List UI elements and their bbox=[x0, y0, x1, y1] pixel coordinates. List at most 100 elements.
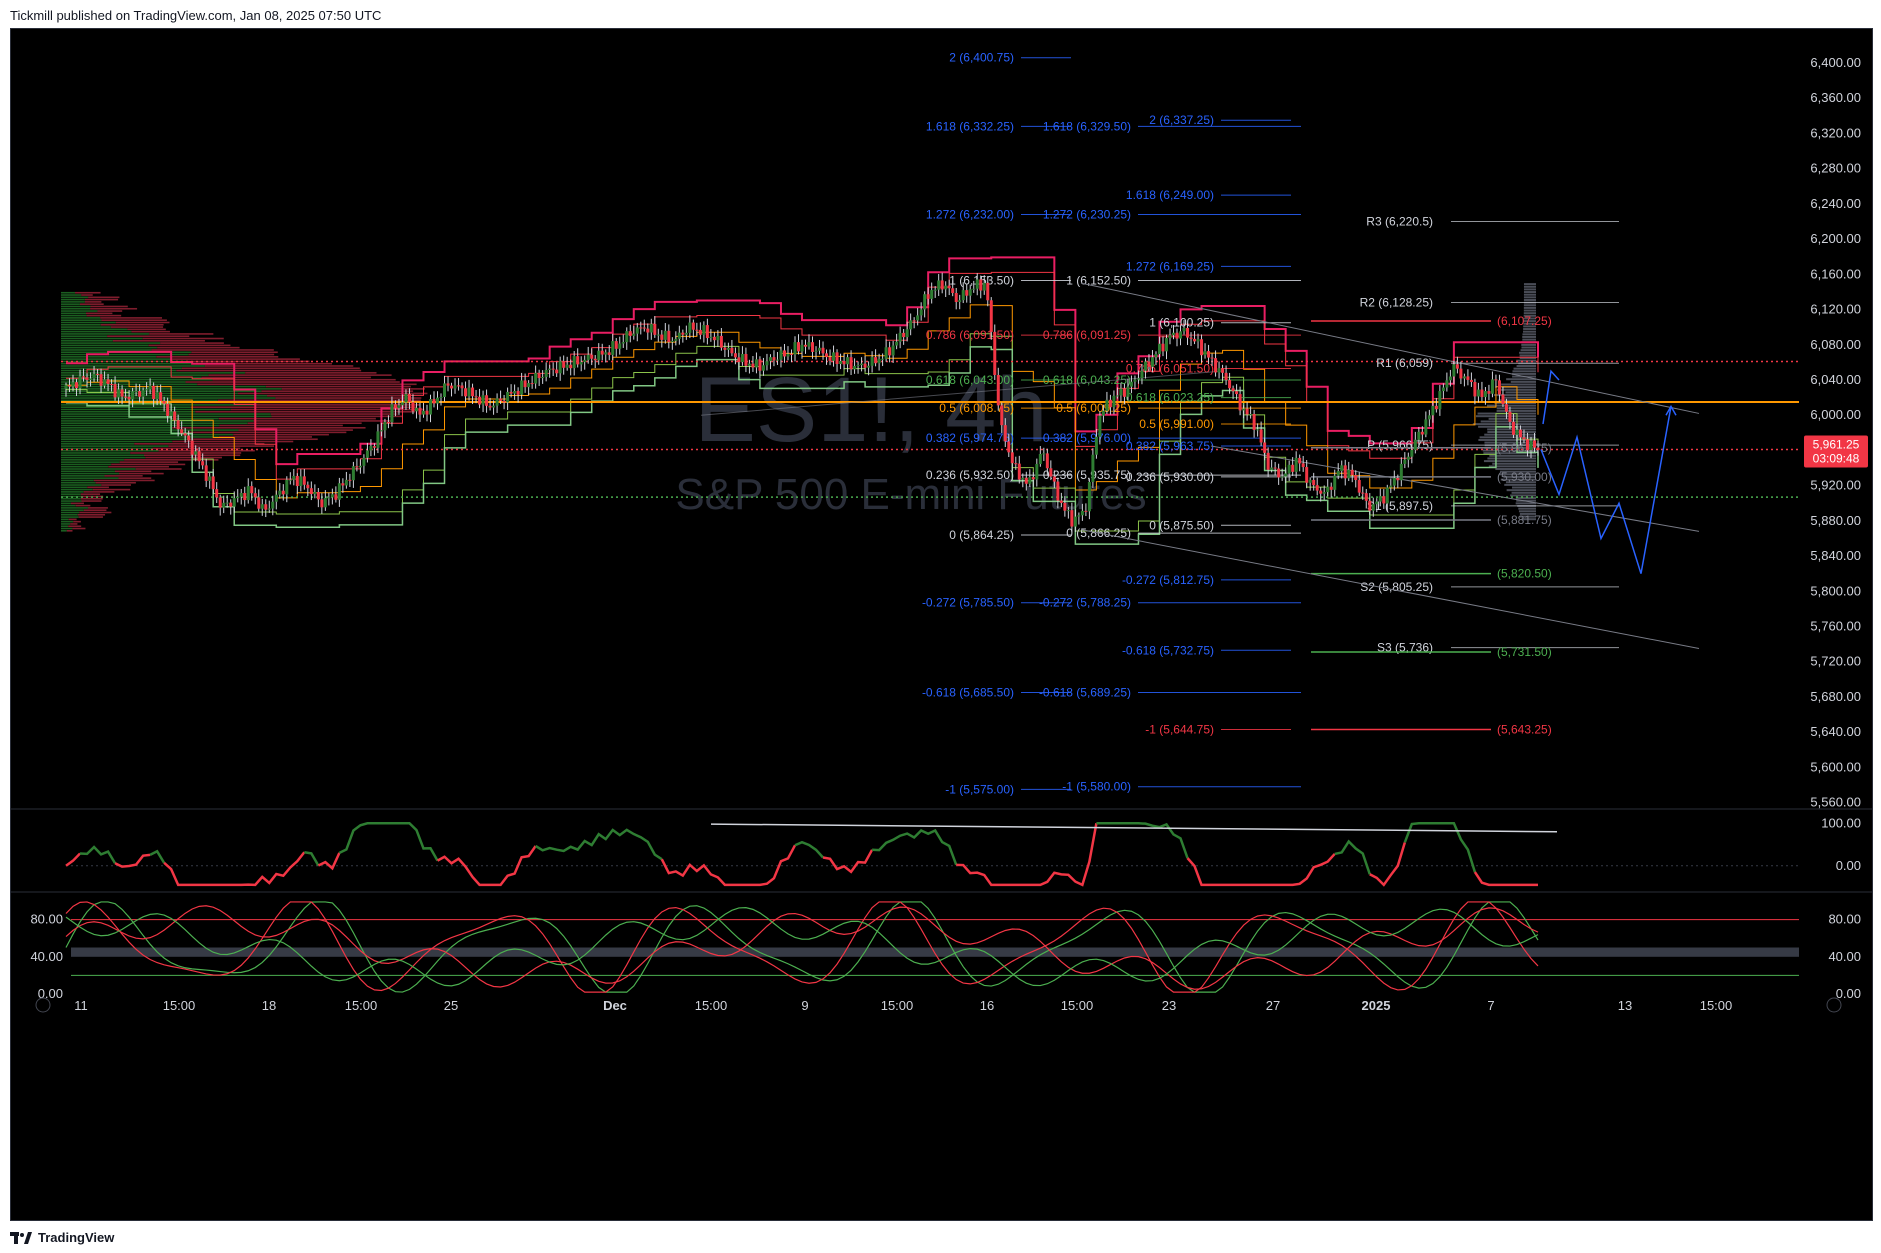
volume-bar-buy bbox=[61, 418, 219, 420]
volume-bar-sell bbox=[266, 386, 411, 388]
candle-body bbox=[1140, 371, 1143, 379]
stoch-tick-right: 80.00 bbox=[1828, 912, 1861, 927]
volume-bar-right bbox=[1524, 296, 1536, 298]
candle-body bbox=[1102, 411, 1105, 416]
candle-body bbox=[359, 466, 362, 468]
tradingview-logo[interactable]: TradingView bbox=[10, 1230, 114, 1245]
price-tick: 6,160.00 bbox=[1810, 266, 1861, 281]
volume-bar-sell bbox=[88, 507, 108, 509]
chart-frame[interactable]: ES1!, 4h S&P 500 E-mini Futures 2 (6,400.… bbox=[10, 28, 1873, 1221]
candle-body bbox=[135, 391, 138, 392]
candle-body bbox=[503, 401, 506, 403]
volume-bar-buy bbox=[61, 516, 79, 518]
volume-bar-right bbox=[1521, 344, 1536, 346]
stoch-tick-right: 0.00 bbox=[1836, 986, 1861, 1001]
candle-body bbox=[772, 357, 775, 360]
candle-body bbox=[1505, 404, 1508, 412]
candle-body bbox=[1028, 477, 1031, 484]
volume-bar-right bbox=[1511, 381, 1536, 383]
candle-body bbox=[173, 411, 176, 420]
candle-body bbox=[1161, 344, 1164, 352]
candle-body bbox=[1032, 477, 1035, 479]
volume-bar-buy bbox=[61, 452, 130, 454]
candle-body bbox=[159, 392, 162, 401]
fib-level-label: 0 (5,864.25) bbox=[949, 528, 1014, 542]
candle-body bbox=[1501, 395, 1504, 405]
candle-body bbox=[1351, 470, 1354, 475]
candle-body bbox=[482, 395, 485, 404]
candle-body bbox=[366, 450, 369, 457]
candle-body bbox=[1123, 388, 1126, 396]
candle-body bbox=[447, 383, 450, 385]
candle-body bbox=[695, 330, 698, 331]
volume-bar-buy bbox=[61, 530, 67, 532]
volume-bar-sell bbox=[111, 464, 185, 466]
osc1-line bbox=[339, 823, 437, 860]
candle-body bbox=[327, 497, 330, 498]
volume-bar-sell bbox=[160, 342, 224, 344]
volume-bar-sell bbox=[107, 335, 189, 337]
trend-line-mid bbox=[1211, 446, 1699, 531]
candle-body bbox=[923, 294, 926, 309]
candle-body bbox=[1039, 454, 1042, 464]
time-tick: 11 bbox=[74, 998, 88, 1013]
volume-bar-right bbox=[1524, 310, 1536, 312]
candle-body bbox=[418, 408, 421, 415]
volume-bar-sell bbox=[119, 473, 164, 475]
candle-body bbox=[601, 351, 604, 355]
pivot-label: R1 (6,059) bbox=[1376, 356, 1433, 370]
candle-body bbox=[341, 483, 344, 485]
fib-level-label: 0.382 (5,976.00) bbox=[1043, 431, 1131, 445]
candle-body bbox=[1424, 419, 1427, 434]
candle-body bbox=[562, 361, 565, 368]
chart-canvas[interactable]: ES1!, 4hS&P 500 E-mini Futures 2 (6,400.… bbox=[11, 29, 1872, 1220]
candle-body bbox=[1232, 388, 1235, 391]
candle-body bbox=[576, 356, 579, 364]
volume-bar-buy bbox=[61, 521, 73, 523]
candle-body bbox=[1260, 429, 1263, 442]
volume-bar-buy bbox=[61, 503, 71, 505]
candle-body bbox=[89, 379, 92, 380]
volume-bar-sell bbox=[101, 484, 131, 486]
volume-bar-buy bbox=[61, 395, 267, 397]
volume-bar-buy bbox=[61, 461, 120, 463]
candle-body bbox=[1077, 515, 1080, 516]
candle-body bbox=[1526, 439, 1529, 450]
volume-bar-buy bbox=[61, 303, 80, 305]
candle-body bbox=[1119, 388, 1122, 395]
candle-body bbox=[383, 422, 386, 430]
volume-bar-right bbox=[1487, 457, 1536, 459]
candle-body bbox=[517, 391, 520, 395]
volume-bar-sell bbox=[130, 452, 241, 454]
candle-body bbox=[457, 385, 460, 386]
volume-bar-right bbox=[1492, 463, 1536, 465]
auto-scale-button bbox=[1827, 998, 1841, 1012]
fib-level-label: 0.618 (6,023.25) bbox=[1126, 391, 1214, 405]
candle-body bbox=[934, 290, 937, 291]
volume-bar-buy bbox=[61, 342, 160, 344]
volume-bar-sell bbox=[201, 377, 371, 379]
volume-bar-right bbox=[1510, 494, 1536, 496]
volume-bar-sell bbox=[72, 528, 85, 530]
volume-bar-buy bbox=[61, 470, 115, 472]
candle-body bbox=[355, 466, 358, 467]
volume-bar-sell bbox=[70, 523, 77, 525]
volume-bar-sell bbox=[219, 425, 342, 427]
pivot-label: S2 (5,805.25) bbox=[1360, 580, 1433, 594]
volume-bar-sell bbox=[149, 333, 213, 335]
candle-body bbox=[1112, 396, 1115, 407]
volume-bar-sell bbox=[197, 383, 416, 385]
volume-bar-buy bbox=[61, 429, 238, 431]
candle-body bbox=[320, 499, 323, 507]
candle-body bbox=[184, 433, 187, 435]
volume-bar-sell bbox=[67, 530, 73, 532]
time-tick: 15:00 bbox=[1061, 998, 1094, 1013]
candle-body bbox=[1274, 468, 1277, 469]
volume-bar-sell bbox=[275, 397, 421, 399]
candle-body bbox=[993, 332, 996, 375]
candle-body bbox=[1165, 338, 1168, 351]
candle-body bbox=[310, 488, 313, 494]
candle-body bbox=[871, 357, 874, 366]
publisher-text: Tickmill published on TradingView.com, J… bbox=[10, 8, 381, 23]
price-tick: 6,360.00 bbox=[1810, 90, 1861, 105]
